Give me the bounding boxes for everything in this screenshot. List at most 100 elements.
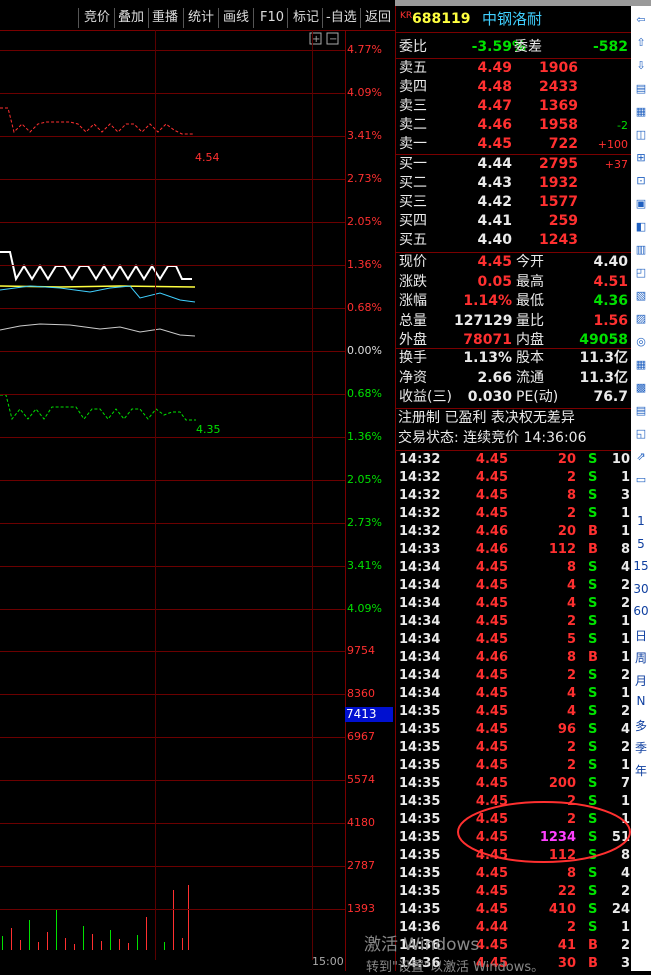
toolbar-icon[interactable]: ▭ <box>633 472 649 488</box>
tick-count: 2 <box>620 668 630 683</box>
tick-row[interactable]: 14:35 4.45 200 S 7 <box>396 775 632 793</box>
sells-row[interactable]: 卖一 4.45 722 +100 <box>396 135 632 154</box>
tick-row[interactable]: 14:34 4.45 2 S 2 <box>396 667 632 685</box>
toolbar-icon[interactable]: ▩ <box>633 380 649 396</box>
tick-row[interactable]: 14:34 4.45 4 S 2 <box>396 595 632 613</box>
grid-vline <box>155 30 156 960</box>
toolbar-icon[interactable]: ⊞ <box>633 150 649 166</box>
toolbar-remove-watchlist-button[interactable]: -自选 <box>326 8 357 28</box>
tick-row[interactable]: 14:35 4.45 96 S 4 <box>396 721 632 739</box>
period-button[interactable]: 60 <box>631 604 651 618</box>
toolbar-icon[interactable]: ▦ <box>633 104 649 120</box>
buys-row[interactable]: 买四 4.41 259 <box>396 212 632 231</box>
toolbar-bid-button[interactable]: 竞价 <box>84 8 110 28</box>
fundamentals-label: 股本 <box>516 350 544 366</box>
tick-volume: 2 <box>566 470 576 485</box>
tick-side: B <box>588 938 598 953</box>
tick-price: 4.46 <box>475 542 508 557</box>
toolbar-icon[interactable]: ⊡ <box>633 173 649 189</box>
tick-row[interactable]: 14:35 4.45 2 S 1 <box>396 757 632 775</box>
toolbar-icon[interactable]: ▤ <box>633 403 649 419</box>
tick-row[interactable]: 14:35 4.45 22 S 2 <box>396 883 632 901</box>
tick-row[interactable]: 14:35 4.45 4 S 2 <box>396 703 632 721</box>
tick-row[interactable]: 14:34 4.46 8 B 1 <box>396 649 632 667</box>
toolbar-icon[interactable]: ◱ <box>633 426 649 442</box>
tick-row[interactable]: 14:34 4.45 8 S 4 <box>396 559 632 577</box>
toolbar-icon[interactable]: ⇦ <box>633 12 649 28</box>
buys-row[interactable]: 买二 4.43 1932 <box>396 174 632 193</box>
period-button[interactable]: 5 <box>631 537 651 551</box>
tick-count: 1 <box>620 506 630 521</box>
toolbar-mark-button[interactable]: 标记 <box>293 8 319 28</box>
toolbar-f10-button[interactable]: F10 <box>260 8 284 28</box>
toolbar-icon[interactable]: ▤ <box>633 81 649 97</box>
toolbar-overlay-button[interactable]: 叠加 <box>118 8 144 28</box>
sells-label: 卖一 <box>399 136 427 152</box>
period-button[interactable]: 周 <box>631 649 651 666</box>
tick-row[interactable]: 14:32 4.45 8 S 3 <box>396 487 632 505</box>
fundamentals-label: 流通 <box>516 369 544 386</box>
tick-row[interactable]: 14:34 4.45 4 S 1 <box>396 685 632 703</box>
tick-row[interactable]: 14:35 4.45 2 S 2 <box>396 739 632 757</box>
tick-price: 4.45 <box>475 668 508 683</box>
tick-time: 14:34 <box>399 596 441 611</box>
buys-row[interactable]: 买三 4.42 1577 <box>396 193 632 212</box>
toolbar-icon[interactable]: ◎ <box>633 334 649 350</box>
volume-bar <box>56 910 57 950</box>
volume-axis-label: 1393 <box>347 902 375 915</box>
toolbar-icon[interactable]: ▧ <box>633 288 649 304</box>
buys-row[interactable]: 买一 4.44 2795 +37 <box>396 155 632 174</box>
sells-row[interactable]: 卖四 4.48 2433 <box>396 78 632 97</box>
toolbar-back-button[interactable]: 返回 <box>365 8 391 28</box>
tick-row[interactable]: 14:32 4.45 2 S 1 <box>396 505 632 523</box>
period-button[interactable]: 1 <box>631 514 651 528</box>
fundamentals-value: 11.3亿 <box>579 350 628 366</box>
tick-row[interactable]: 14:32 4.46 20 B 1 <box>396 523 632 541</box>
tick-row[interactable]: 14:34 4.45 5 S 1 <box>396 631 632 649</box>
sells-row[interactable]: 卖三 4.47 1369 <box>396 97 632 116</box>
toolbar-draw-button[interactable]: 画线 <box>223 8 249 28</box>
toolbar-icon[interactable]: ▨ <box>633 311 649 327</box>
grid-line <box>0 780 345 781</box>
buys-volume: 1243 <box>539 232 578 248</box>
sells-row[interactable]: 卖五 4.49 1906 <box>396 59 632 78</box>
tick-row[interactable]: 14:32 4.45 20 S 10 <box>396 451 632 469</box>
volume-axis-label: 2787 <box>347 859 375 872</box>
tick-row[interactable]: 14:35 4.45 8 S 4 <box>396 865 632 883</box>
order-ratio-row: 委比 -3.59% 委差 -582 <box>396 38 632 57</box>
toolbar-icon[interactable]: ◧ <box>633 219 649 235</box>
sells-row[interactable]: 卖二 4.46 1958 -2 <box>396 116 632 135</box>
tick-row[interactable]: 14:34 4.45 4 S 2 <box>396 577 632 595</box>
toolbar-stats-button[interactable]: 统计 <box>188 8 214 28</box>
tick-row[interactable]: 14:34 4.45 2 S 1 <box>396 613 632 631</box>
tick-row[interactable]: 14:33 4.46 112 B 8 <box>396 541 632 559</box>
toolbar-icon[interactable]: ◰ <box>633 265 649 281</box>
period-button[interactable]: 月 <box>631 672 651 689</box>
period-button[interactable]: 15 <box>631 559 651 573</box>
toolbar-icon[interactable]: ⇩ <box>633 58 649 74</box>
tick-row[interactable]: 14:32 4.45 2 S 1 <box>396 469 632 487</box>
tick-side: S <box>588 614 598 629</box>
toolbar-replay-button[interactable]: 重播 <box>152 8 178 28</box>
tick-time: 14:32 <box>399 506 441 521</box>
buys-row[interactable]: 买五 4.40 1243 <box>396 231 632 250</box>
quote-label: 最高 <box>516 273 544 290</box>
tick-row[interactable]: 14:35 4.45 410 S 24 <box>396 901 632 919</box>
toolbar-icon[interactable]: ▥ <box>633 242 649 258</box>
period-button[interactable]: 日 <box>631 627 651 644</box>
toolbar-icon[interactable]: ◫ <box>633 127 649 143</box>
toolbar-icon[interactable]: ▣ <box>633 196 649 212</box>
tick-count: 1 <box>620 650 630 665</box>
period-button[interactable]: 年 <box>631 762 651 779</box>
period-button[interactable]: 季 <box>631 739 651 756</box>
stock-header[interactable]: KR 688119 中钢洛耐 <box>396 10 632 29</box>
toolbar-icon[interactable]: ▦ <box>633 357 649 373</box>
toolbar-icon[interactable]: ⇧ <box>633 35 649 51</box>
toolbar-icon[interactable]: ⇗ <box>633 449 649 465</box>
volume-axis-label: 4180 <box>347 816 375 829</box>
period-button[interactable]: 多 <box>631 717 651 734</box>
tick-count: 4 <box>620 866 630 881</box>
period-button[interactable]: N <box>631 694 651 708</box>
period-button[interactable]: 30 <box>631 582 651 596</box>
buys-price: 4.44 <box>477 156 512 172</box>
